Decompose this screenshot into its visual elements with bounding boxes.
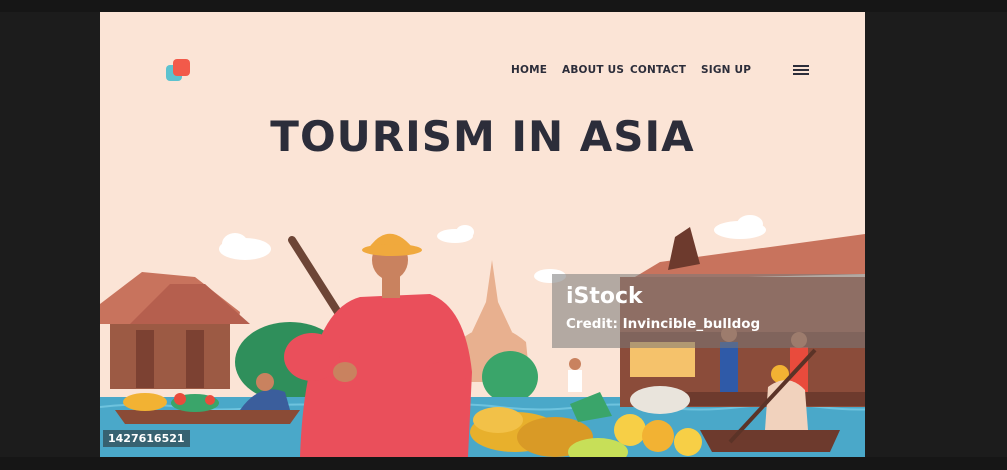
watermark-credit: Credit: Invincible_bulldog (566, 316, 761, 332)
image-id-badge: 1427616521 (103, 430, 190, 447)
landing-page: HOME ABOUT US CONTACT SIGN UP TOURISM IN… (100, 12, 865, 457)
watermark-brand: iStock (566, 284, 643, 309)
frame-top-bar (0, 0, 1007, 12)
hero-illustration (100, 215, 865, 457)
frame-bottom-bar (0, 457, 1007, 470)
